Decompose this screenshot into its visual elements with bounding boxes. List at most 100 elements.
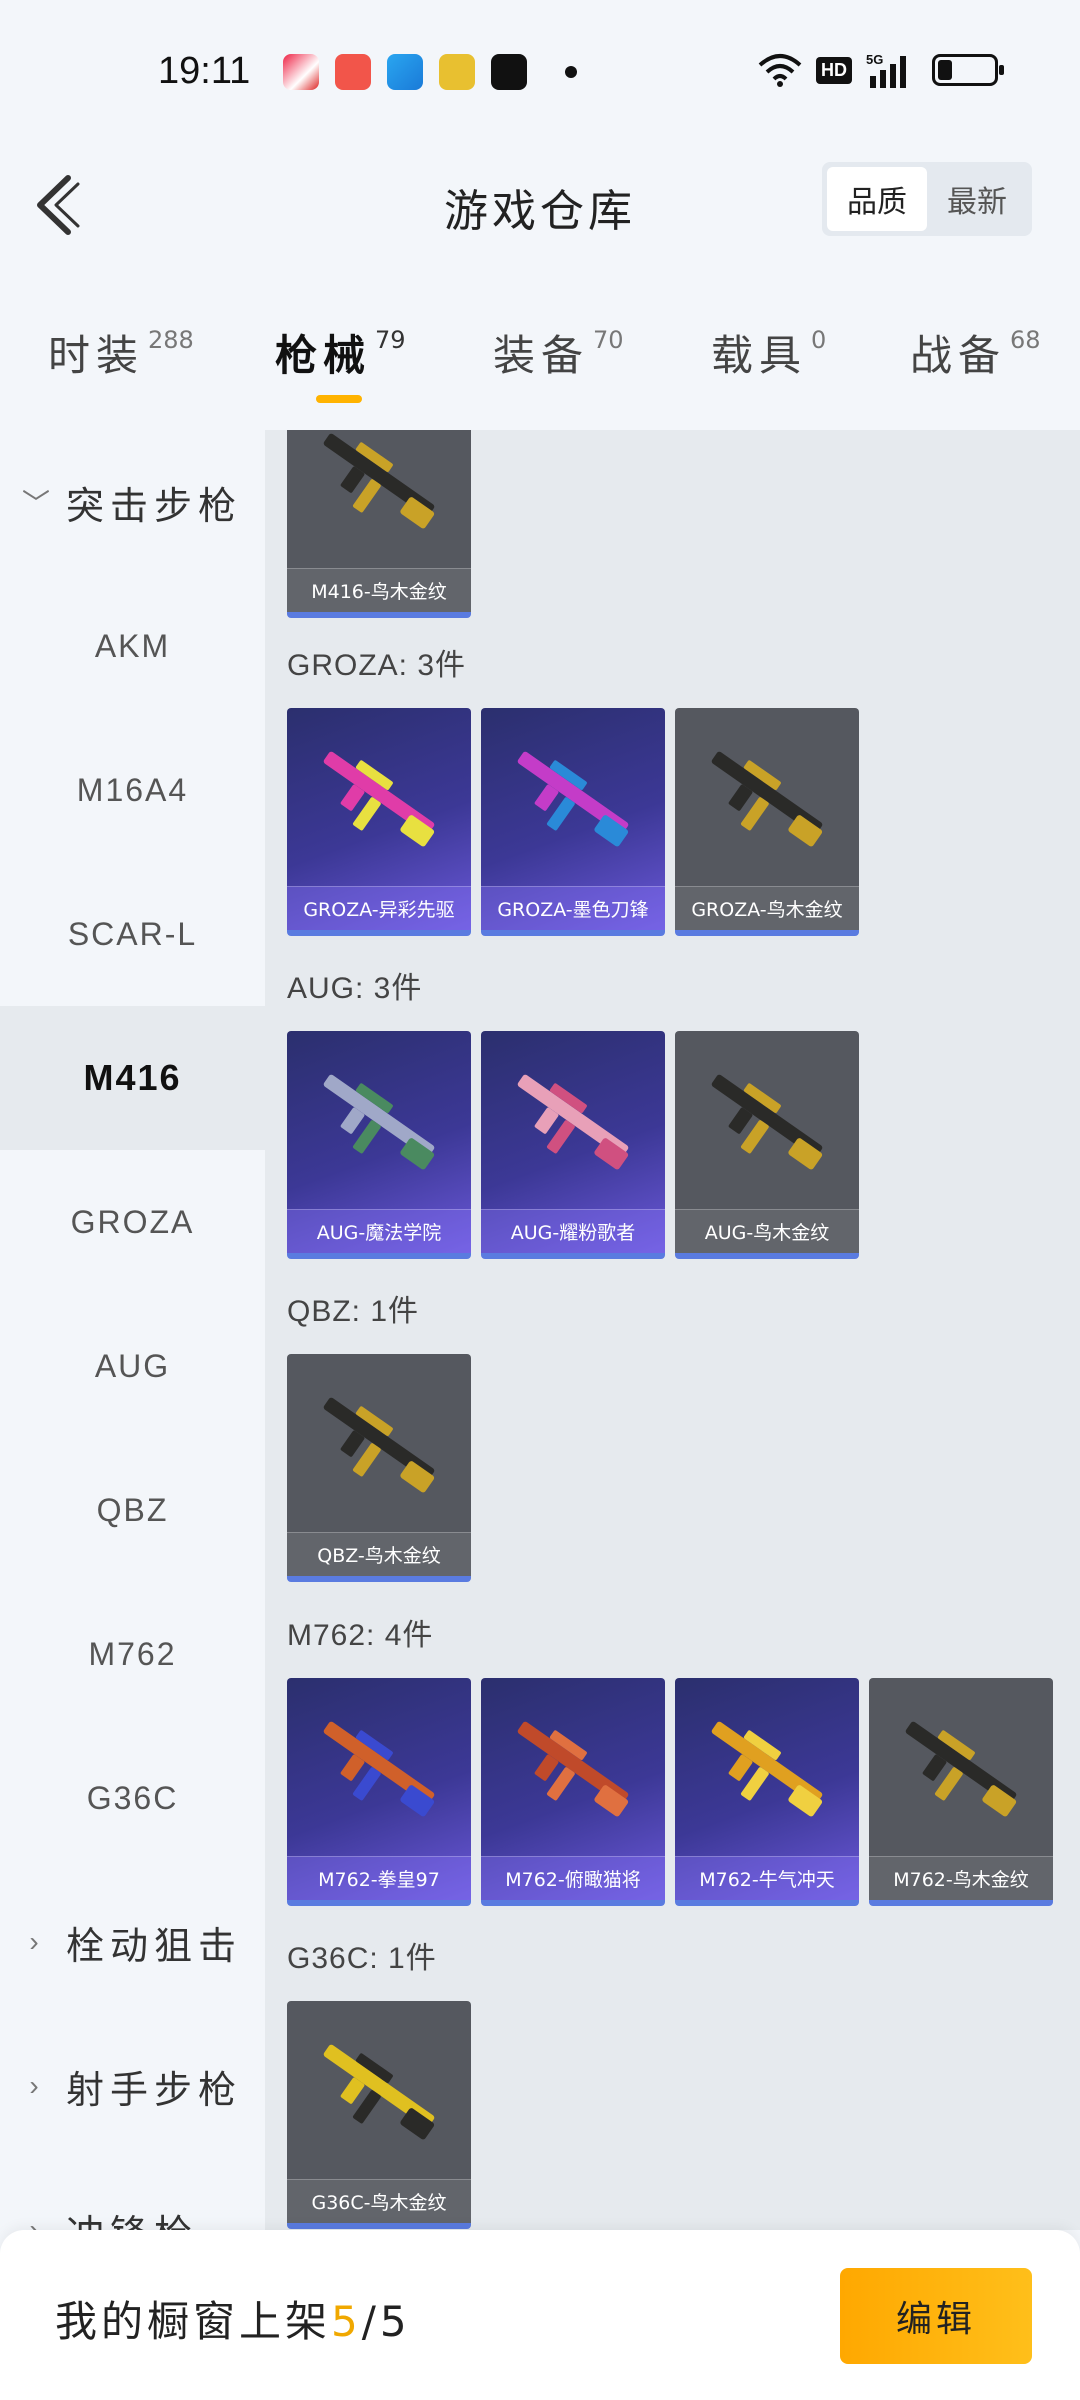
weapon-card[interactable]: M416-鸟木金纹	[287, 430, 471, 618]
rifle-icon	[323, 1397, 435, 1493]
weapon-card[interactable]: GROZA-墨色刀锋	[481, 708, 665, 936]
sidebar-group-marksman[interactable]: › 射手步枪	[0, 2014, 265, 2158]
edit-button[interactable]: 编辑	[840, 2268, 1032, 2364]
weapon-card[interactable]: AUG-鸟木金纹	[675, 1031, 859, 1259]
rifle-icon	[323, 433, 435, 529]
rifle-icon	[323, 1074, 435, 1170]
weapon-card[interactable]: M762-鸟木金纹	[869, 1678, 1053, 1906]
signal-icon: 5G	[866, 52, 906, 88]
battery-icon	[932, 54, 1004, 86]
sidebar-item-groza[interactable]: GROZA	[0, 1150, 265, 1294]
wifi-icon	[758, 54, 802, 87]
rifle-icon	[323, 751, 435, 847]
sidebar-item-scar-l[interactable]: SCAR-L	[0, 862, 265, 1006]
weapon-name: M762-俯瞰猫将	[481, 1856, 665, 1900]
tab-count: 70	[593, 326, 624, 354]
tab-count: 68	[1010, 326, 1041, 354]
sidebar-group-assault-rifle[interactable]: ﹀ 突击步枪	[0, 430, 265, 574]
tab-label: 载具	[711, 331, 808, 380]
weapon-card[interactable]: QBZ-鸟木金纹	[287, 1354, 471, 1582]
sidebar-group-label: 冲锋枪	[66, 2203, 198, 2231]
sidebar-group-smg[interactable]: › 冲锋枪	[0, 2158, 265, 2231]
tab-label: 装备	[493, 331, 590, 380]
sidebar-item-qbz[interactable]: QBZ	[0, 1438, 265, 1582]
weapon-name: M762-牛气冲天	[675, 1856, 859, 1900]
weapon-name: AUG-魔法学院	[287, 1209, 471, 1253]
sort-latest-button[interactable]: 最新	[927, 167, 1027, 231]
section-title: GROZA: 3件	[287, 649, 467, 682]
tab-vehicles[interactable]: 载具 0	[711, 322, 826, 383]
rifle-icon	[905, 1721, 1017, 1817]
rifle-icon	[711, 1721, 823, 1817]
shop-app-icon	[491, 54, 527, 90]
chevron-right-icon: ›	[29, 1926, 45, 1957]
weapon-name: GROZA-墨色刀锋	[481, 886, 665, 930]
rifle-icon	[517, 1074, 629, 1170]
weapon-name: M762-拳皇97	[287, 1856, 471, 1900]
notification-icons	[283, 54, 577, 90]
tab-fashion[interactable]: 时装 288	[48, 322, 194, 383]
section-title: M762: 4件	[287, 1619, 434, 1652]
weapon-name: M416-鸟木金纹	[287, 568, 471, 612]
tab-guns[interactable]: 枪械 79	[275, 322, 406, 383]
game-app-icon	[283, 54, 319, 90]
rifle-icon	[517, 751, 629, 847]
tab-gear[interactable]: 战备 68	[910, 322, 1041, 383]
weapon-card[interactable]: AUG-耀粉歌者	[481, 1031, 665, 1259]
chevron-down-icon: ﹀	[22, 488, 57, 519]
weapon-name: GROZA-鸟木金纹	[675, 886, 859, 930]
showcase-current: 5	[331, 2297, 362, 2346]
status-bar: 19:11 HD 5G	[0, 0, 1080, 140]
rifle-icon	[517, 1721, 629, 1817]
more-dot-icon	[565, 66, 577, 78]
camera-app-icon	[439, 54, 475, 90]
weapon-card[interactable]: M762-拳皇97	[287, 1678, 471, 1906]
sidebar-item-m762[interactable]: M762	[0, 1582, 265, 1726]
weapon-name: AUG-鸟木金纹	[675, 1209, 859, 1253]
rifle-icon	[323, 2044, 435, 2140]
showcase-bar: 我的橱窗上架5/5 编辑	[0, 2230, 1080, 2400]
chevron-right-icon: ›	[29, 2214, 45, 2230]
sidebar-item-m16a4[interactable]: M16A4	[0, 718, 265, 862]
section-title: QBZ: 1件	[287, 1295, 420, 1328]
section-title: G36C: 1件	[287, 1942, 437, 1975]
weapon-name: M762-鸟木金纹	[869, 1856, 1053, 1900]
sidebar-group-label: 突击步枪	[66, 485, 243, 528]
weapon-card[interactable]: AUG-魔法学院	[287, 1031, 471, 1259]
weapon-card[interactable]: M762-俯瞰猫将	[481, 1678, 665, 1906]
category-tabs: 时装 288 枪械 79 装备 70 载具 0 战备 68	[0, 300, 1080, 430]
sidebar-item-g36c[interactable]: G36C	[0, 1726, 265, 1870]
header: 游戏仓库 品质 最新	[0, 140, 1080, 260]
tab-label: 时装	[48, 331, 145, 380]
send-app-icon	[387, 54, 423, 90]
sidebar-item-m416[interactable]: M416	[0, 1006, 265, 1150]
rifle-icon	[323, 1721, 435, 1817]
tab-count: 288	[148, 326, 194, 354]
sort-toggle: 品质 最新	[822, 162, 1032, 236]
section-title: AUG: 3件	[287, 972, 423, 1005]
weapon-name: AUG-耀粉歌者	[481, 1209, 665, 1253]
showcase-total: /5	[361, 2297, 411, 2346]
tab-label: 战备	[910, 331, 1007, 380]
sidebar-item-akm[interactable]: AKM	[0, 574, 265, 718]
photo-app-icon	[335, 54, 371, 90]
weapon-card[interactable]: G36C-鸟木金纹	[287, 2001, 471, 2229]
svg-text:5G: 5G	[866, 52, 883, 67]
tab-count: 0	[811, 326, 827, 354]
status-time: 19:11	[158, 50, 251, 92]
tab-label: 枪械	[275, 331, 372, 380]
sidebar-group-label: 射手步枪	[66, 2069, 243, 2112]
sort-quality-button[interactable]: 品质	[827, 167, 927, 231]
weapon-card[interactable]: M762-牛气冲天	[675, 1678, 859, 1906]
weapon-grid: M416-鸟木金纹 GROZA: 3件 GROZA-异彩先驱 GROZA-墨色刀…	[265, 430, 1080, 2230]
weapon-card[interactable]: GROZA-异彩先驱	[287, 708, 471, 936]
sidebar-group-label: 栓动狙击	[66, 1925, 243, 1968]
sidebar-group-bolt-sniper[interactable]: › 栓动狙击	[0, 1870, 265, 2014]
tab-equipment[interactable]: 装备 70	[493, 322, 624, 383]
showcase-count: 我的橱窗上架5/5	[55, 2288, 411, 2349]
weapon-card[interactable]: GROZA-鸟木金纹	[675, 708, 859, 936]
sidebar-item-aug[interactable]: AUG	[0, 1294, 265, 1438]
weapon-name: QBZ-鸟木金纹	[287, 1532, 471, 1576]
hd-badge: HD	[816, 56, 852, 84]
weapon-name: GROZA-异彩先驱	[287, 886, 471, 930]
